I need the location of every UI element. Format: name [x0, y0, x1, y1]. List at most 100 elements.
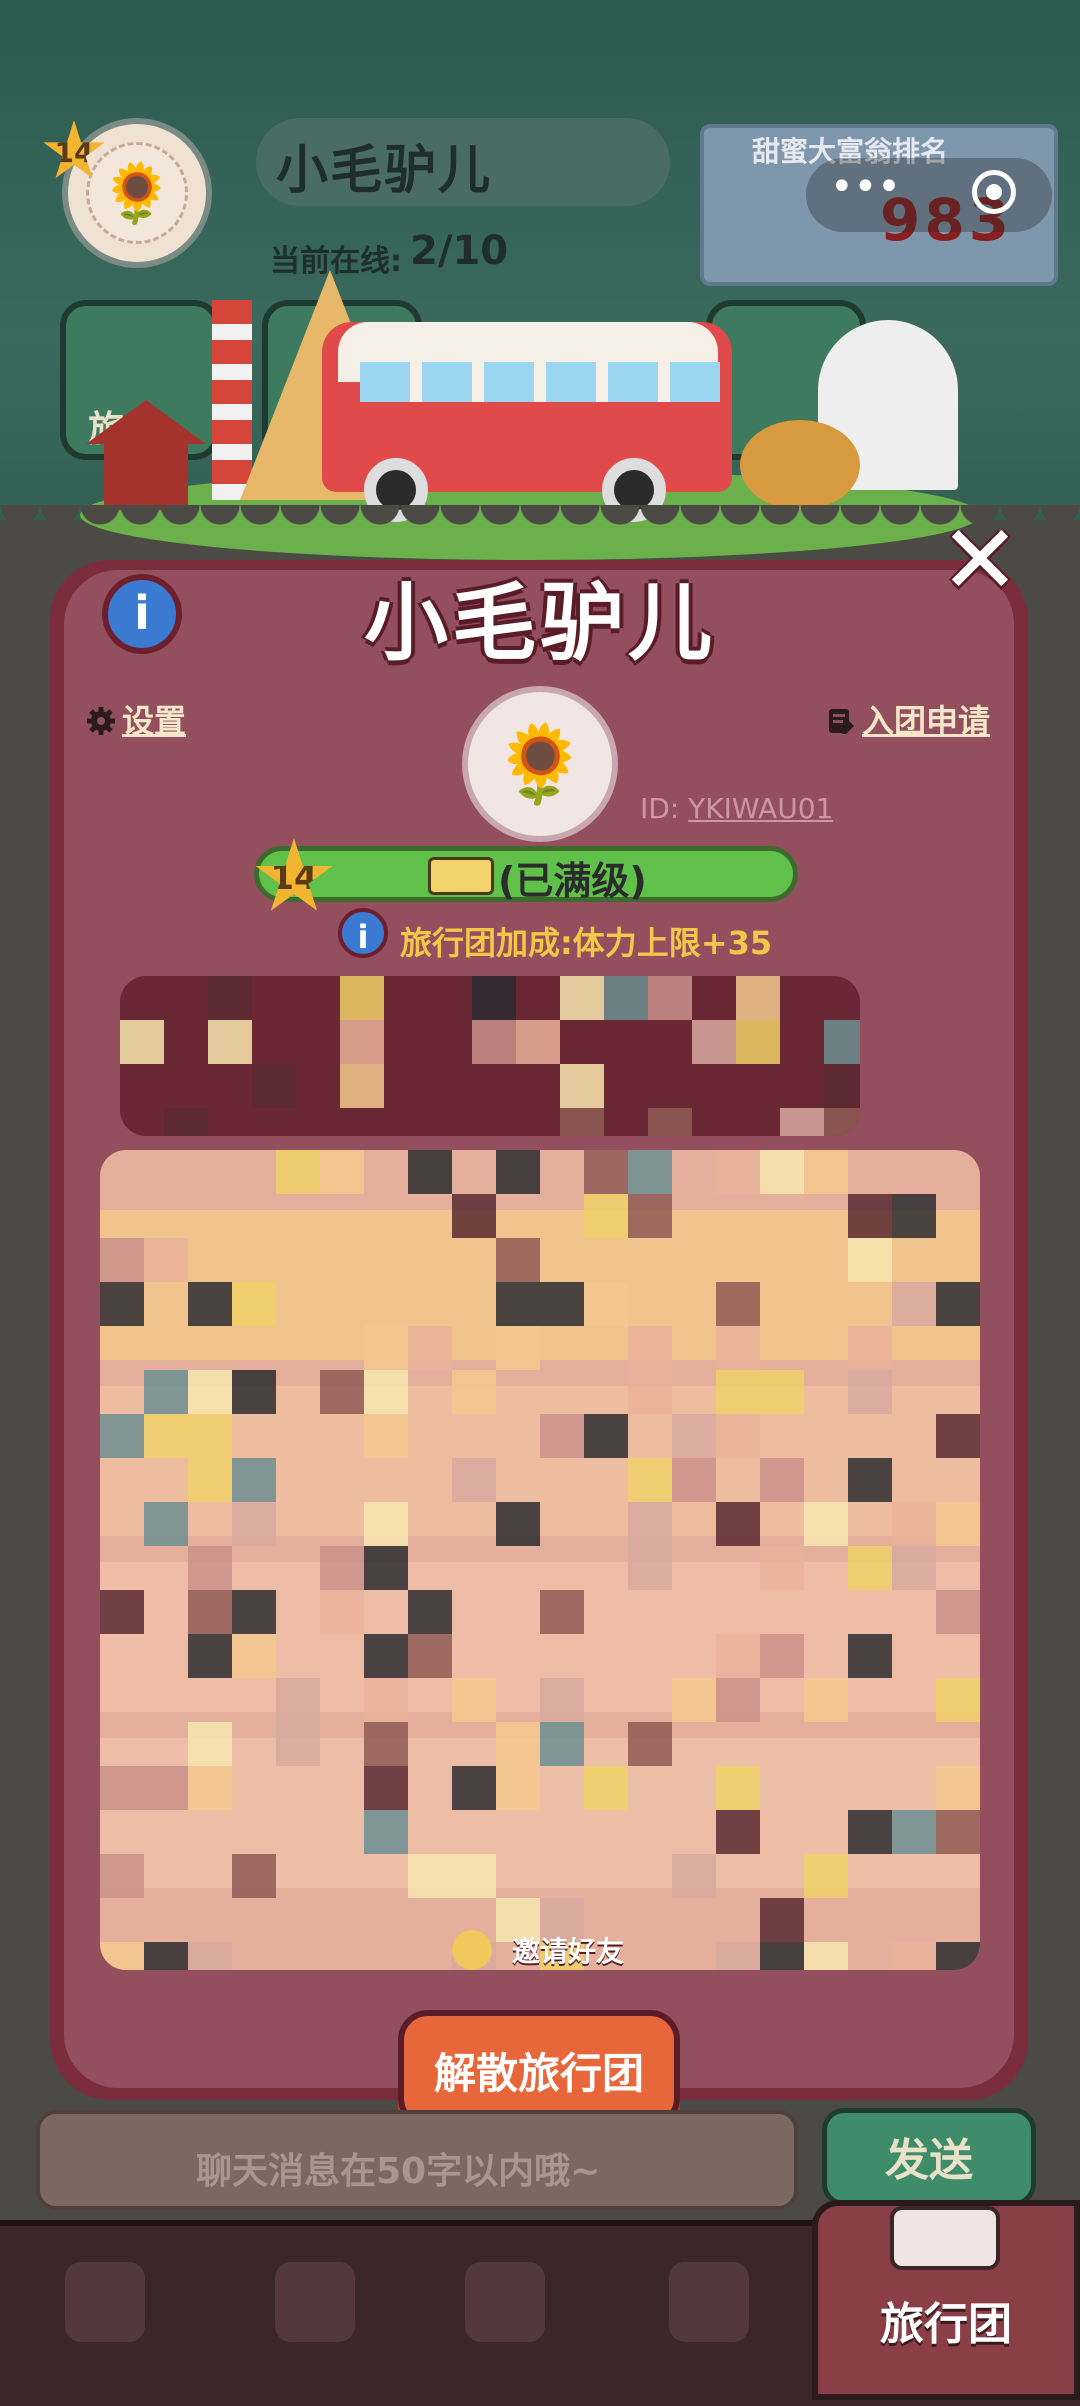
mosaic-cell: [408, 1590, 452, 1634]
mosaic-cell: [848, 1634, 892, 1678]
mosaic-cell: [340, 1020, 384, 1064]
mosaic-cell: [408, 1326, 452, 1370]
mosaic-cell: [560, 1064, 604, 1108]
mosaic-cell: [584, 1414, 628, 1458]
close-icon[interactable]: ✕: [932, 512, 1028, 608]
mosaic-cell: [648, 1108, 692, 1136]
group-id: ID: YKIWAU01: [640, 792, 833, 825]
mosaic-cell: [584, 1282, 628, 1326]
mosaic-cell: [628, 1326, 672, 1370]
mosaic-cell: [320, 1370, 364, 1414]
mosaic-cell: [188, 1766, 232, 1810]
mosaic-cell: [144, 1942, 188, 1970]
more-icon[interactable]: •••: [830, 164, 901, 210]
mosaic-cell: [804, 1678, 848, 1722]
mosaic-cell: [848, 1326, 892, 1370]
sunflower-icon: 🌻: [492, 719, 588, 808]
mosaic-cell: [804, 1502, 848, 1546]
mosaic-cell: [560, 1108, 604, 1136]
mosaic-cell: [892, 1942, 936, 1970]
join-requests-link[interactable]: 入团申请: [826, 696, 990, 742]
mosaic-cell: [100, 1238, 144, 1282]
gear-icon: [87, 707, 115, 735]
mosaic-cell: [628, 1546, 672, 1590]
send-button-label: 发送: [885, 2135, 973, 2186]
obscured-member-list: [100, 1150, 980, 1970]
mosaic-cell: [232, 1282, 276, 1326]
nav-item-map[interactable]: [624, 2240, 794, 2380]
mosaic-cell: [252, 1064, 296, 1108]
mosaic-cell: [760, 1942, 804, 1970]
mosaic-cell: [584, 1150, 628, 1194]
mosaic-cell: [340, 976, 384, 1020]
mosaic-cell: [692, 1020, 736, 1064]
info-icon[interactable]: i: [102, 574, 182, 654]
mosaic-cell: [584, 1194, 628, 1238]
mosaic-cell: [472, 1020, 516, 1064]
mosaic-cell: [848, 1458, 892, 1502]
group-id-value[interactable]: YKIWAU01: [688, 792, 833, 825]
group-avatar[interactable]: 🌻: [462, 686, 618, 842]
group-id-label: ID:: [640, 792, 680, 825]
mosaic-cell: [892, 1282, 936, 1326]
mosaic-cell: [364, 1546, 408, 1590]
nav-item-friends[interactable]: [230, 2240, 400, 2380]
bus-icon: [890, 2206, 1000, 2270]
group-bonus-text: 旅行团加成:体力上限+35: [400, 924, 773, 962]
mosaic-cell: [208, 1020, 252, 1064]
mosaic-cell: [276, 1678, 320, 1722]
nav-item-service[interactable]: [420, 2240, 590, 2380]
obscured-announcement: [120, 976, 860, 1136]
mosaic-cell: [628, 1458, 672, 1502]
mosaic-cell: [496, 1502, 540, 1546]
mosaic-cell: [232, 1502, 276, 1546]
mosaic-cell: [496, 1766, 540, 1810]
mosaic-cell: [164, 1108, 208, 1136]
mosaic-cell: [848, 1810, 892, 1854]
mosaic-cell: [276, 1722, 320, 1766]
mosaic-cell: [848, 1370, 892, 1414]
mosaic-cell: [804, 1942, 848, 1970]
mosaic-cell: [672, 1678, 716, 1722]
info-icon[interactable]: i: [338, 908, 388, 958]
invite-friend-label: 邀请好友: [512, 1935, 625, 1968]
service-bell-icon: [465, 2262, 545, 2342]
invite-friend-link[interactable]: 邀请好友: [448, 1930, 624, 1970]
mosaic-cell: [320, 1150, 364, 1194]
nav-item-bag[interactable]: [20, 2240, 190, 2380]
mosaic-cell: [276, 1150, 320, 1194]
mosaic-cell: [364, 1634, 408, 1678]
nav-item-travel-group-label: 旅行团: [880, 2299, 1012, 2350]
mosaic-cell: [540, 1590, 584, 1634]
mosaic-cell: [496, 1722, 540, 1766]
group-name: 小毛驴儿: [276, 141, 493, 201]
mosaic-cell: [936, 1810, 980, 1854]
mosaic-cell: [672, 1458, 716, 1502]
mosaic-cell: [760, 1458, 804, 1502]
mosaic-cell: [144, 1766, 188, 1810]
mosaic-cell: [452, 1766, 496, 1810]
mosaic-cell: [540, 1722, 584, 1766]
mosaic-cell: [584, 1766, 628, 1810]
sunflower-icon: 🌻: [86, 142, 188, 244]
mosaic-cell: [232, 1854, 276, 1898]
mosaic-cell: [208, 976, 252, 1020]
mosaic-cell: [760, 1634, 804, 1678]
settings-link[interactable]: 设置: [86, 696, 186, 742]
mosaic-cell: [716, 1414, 760, 1458]
join-requests-label: 入团申请: [862, 702, 991, 740]
mosaic-cell: [716, 1150, 760, 1194]
mosaic-cell: [540, 1678, 584, 1722]
edit-document-icon: [829, 709, 854, 734]
level-status: (已满级): [420, 850, 647, 905]
mosaic-cell: [936, 1502, 980, 1546]
level-status-text: (已满级): [498, 859, 647, 903]
mosaic-cell: [540, 1282, 584, 1326]
mosaic-cell: [188, 1370, 232, 1414]
mosaic-cell: [936, 1282, 980, 1326]
capsule-close-icon[interactable]: [972, 170, 1016, 214]
group-avatar-small[interactable]: 🌻: [62, 118, 212, 268]
mosaic-cell: [144, 1414, 188, 1458]
mosaic-cell: [340, 1064, 384, 1108]
mosaic-cell: [560, 976, 604, 1020]
